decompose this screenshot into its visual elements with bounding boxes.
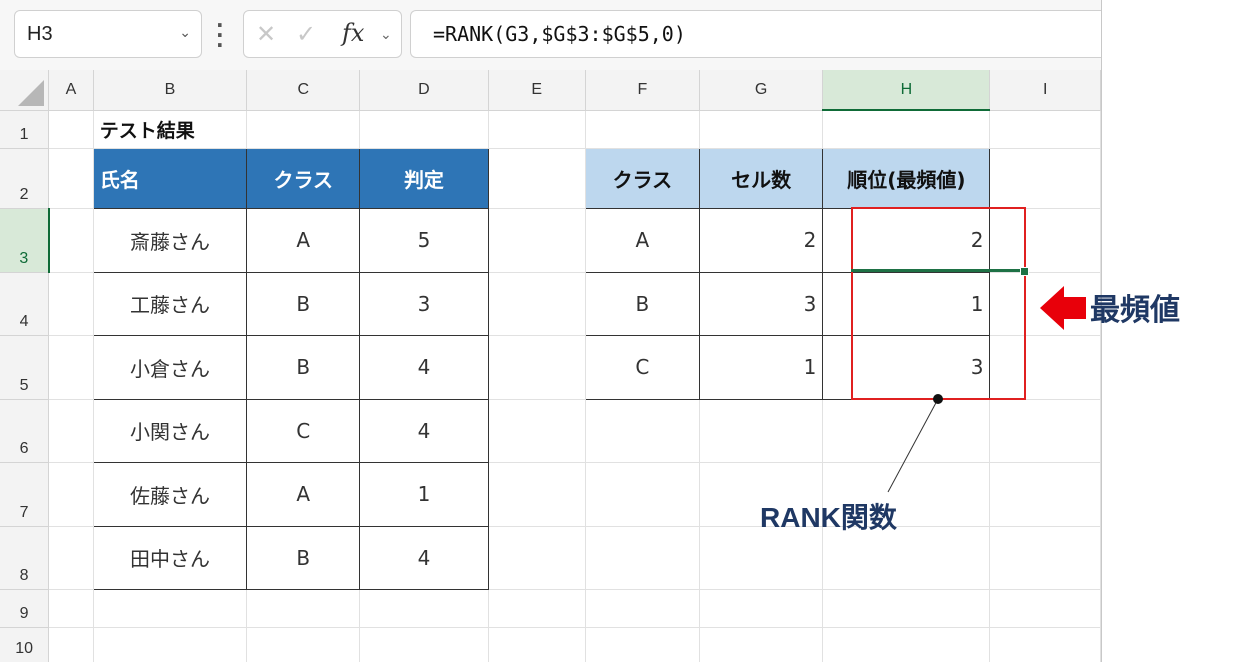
annotation-leader (887, 394, 943, 493)
rank-function-label: RANK関数 (760, 502, 897, 533)
mode-label: 最頻値 (1090, 294, 1180, 327)
red-arrow-icon (1040, 286, 1086, 330)
